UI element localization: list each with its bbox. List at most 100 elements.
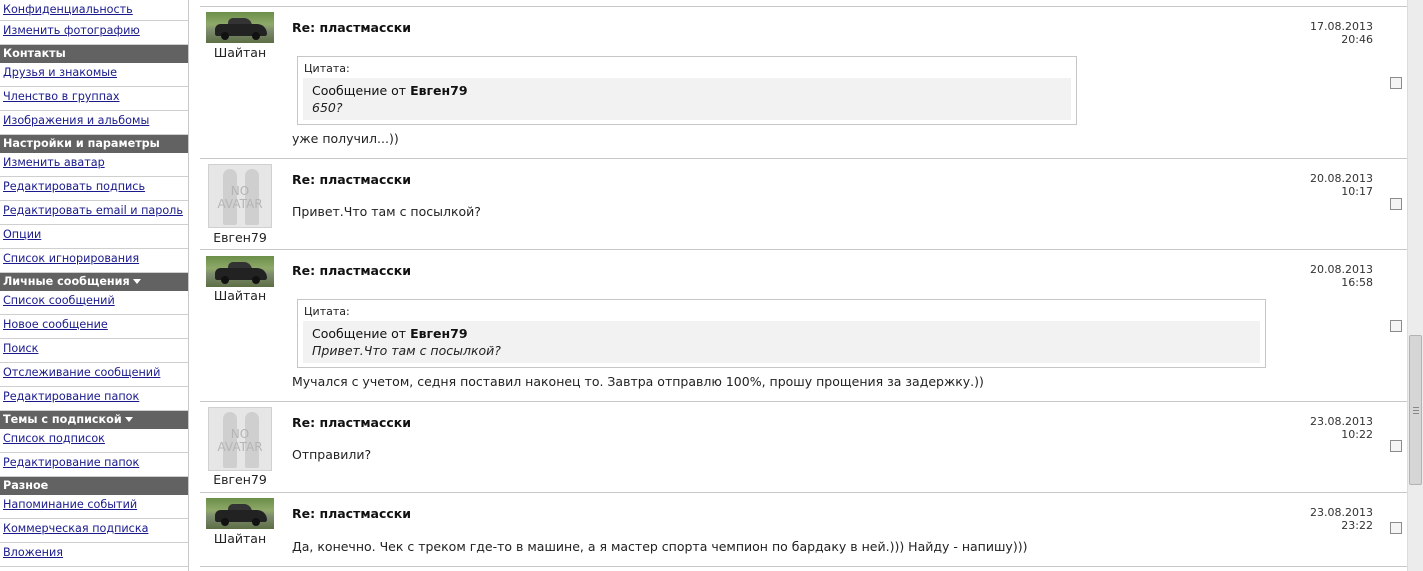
sidebar-header-settings: Настройки и параметры xyxy=(0,135,188,153)
post-title: Re: пластмасски xyxy=(292,172,412,187)
post-title: Re: пластмасски xyxy=(292,415,412,430)
wheel-shape xyxy=(252,276,260,284)
post: Шайтан Re: пластмасски 20.08.2013 16:58 … xyxy=(200,250,1407,402)
select-post-checkbox[interactable] xyxy=(1390,440,1402,452)
sidebar-item-groups[interactable]: Членство в группах xyxy=(0,87,188,111)
post-date: 23.08.2013 10:22 xyxy=(1310,415,1373,441)
sidebar-item-paid-subscription[interactable]: Коммерческая подписка xyxy=(0,519,188,543)
avatar[interactable]: NO AVATAR xyxy=(208,164,272,228)
post-date-time: 10:22 xyxy=(1341,428,1373,441)
quote-author: Сообщение от Евген79 xyxy=(312,83,1062,98)
post-date-day: 23.08.2013 xyxy=(1310,506,1373,519)
grip-line xyxy=(1413,413,1419,414)
sidebar-item-search[interactable]: Поиск xyxy=(0,339,188,363)
select-post-checkbox[interactable] xyxy=(1390,320,1402,332)
sidebar-header-pm[interactable]: Личные сообщения xyxy=(0,273,188,291)
quote-content: Сообщение от Евген79 650? xyxy=(303,78,1071,120)
author-name[interactable]: Шайтан xyxy=(200,531,280,546)
grip-line xyxy=(1413,407,1419,408)
post-title: Re: пластмасски xyxy=(292,263,412,278)
sidebar-item-attachments[interactable]: Вложения xyxy=(0,543,188,567)
select-post-checkbox[interactable] xyxy=(1390,522,1402,534)
quote-author-name[interactable]: Евген79 xyxy=(410,83,468,98)
author-name[interactable]: Евген79 xyxy=(200,230,280,245)
avatar[interactable] xyxy=(206,498,274,529)
quote-author-name[interactable]: Евген79 xyxy=(410,326,468,341)
quote-content: Сообщение от Евген79 Привет.Что там с по… xyxy=(303,321,1260,363)
avatar[interactable] xyxy=(206,12,274,43)
sidebar-item-edit-folders-2[interactable]: Редактирование папок xyxy=(0,453,188,477)
quote-label: Цитата: xyxy=(304,305,350,318)
post-date-day: 20.08.2013 xyxy=(1310,172,1373,185)
post-date-day: 23.08.2013 xyxy=(1310,415,1373,428)
wheel-shape xyxy=(252,518,260,526)
author-name[interactable]: Шайтан xyxy=(200,288,280,303)
post-list: Шайтан Re: пластмасски 17.08.2013 20:46 … xyxy=(200,0,1407,571)
post-date-time: 10:17 xyxy=(1341,185,1373,198)
quote-text: 650? xyxy=(312,100,343,115)
no-avatar-label: AVATAR xyxy=(217,440,263,454)
select-post-checkbox[interactable] xyxy=(1390,198,1402,210)
sidebar-item-options[interactable]: Опции xyxy=(0,225,188,249)
post-body: уже получил...)) xyxy=(292,131,399,146)
sidebar: Конфиденциальность Изменить фотографию К… xyxy=(0,0,189,571)
quote-author-prefix: Сообщение от xyxy=(312,83,407,98)
sidebar-item-edit-signature[interactable]: Редактировать подпись xyxy=(0,177,188,201)
post-date-day: 20.08.2013 xyxy=(1310,263,1373,276)
select-post-checkbox[interactable] xyxy=(1390,77,1402,89)
grip-line xyxy=(1413,410,1419,411)
quote-author-prefix: Сообщение от xyxy=(312,326,407,341)
quote-author: Сообщение от Евген79 xyxy=(312,326,1251,341)
quote-box: Цитата: Сообщение от Евген79 Привет.Что … xyxy=(297,299,1266,368)
scrollbar-thumb[interactable] xyxy=(1409,335,1422,485)
sidebar-item-new-message[interactable]: Новое сообщение xyxy=(0,315,188,339)
sidebar-item-edit-folders[interactable]: Редактирование папок xyxy=(0,387,188,411)
post: Шайтан Re: пластмасски 17.08.2013 20:46 … xyxy=(200,7,1407,159)
post-body: Мучался с учетом, седня поставил наконец… xyxy=(292,374,984,389)
sidebar-item-friends[interactable]: Друзья и знакомые xyxy=(0,63,188,87)
post-date-time: 23:22 xyxy=(1341,519,1373,532)
sidebar-item-event-reminders[interactable]: Напоминание событий xyxy=(0,495,188,519)
post-title: Re: пластмасски xyxy=(292,506,412,521)
sidebar-header-contacts: Контакты xyxy=(0,45,188,63)
post: Шайтан Re: пластмасски 23.08.2013 23:22 … xyxy=(200,493,1407,567)
quote-box: Цитата: Сообщение от Евген79 650? xyxy=(297,56,1077,125)
wheel-shape xyxy=(221,32,229,40)
post-title: Re: пластмасски xyxy=(292,20,412,35)
post-date-day: 17.08.2013 xyxy=(1310,20,1373,33)
sidebar-item-subscription-list[interactable]: Список подписок xyxy=(0,429,188,453)
sidebar-item-track-messages[interactable]: Отслеживание сообщений xyxy=(0,363,188,387)
post: NO AVATAR Евген79 Re: пластмасски 23.08.… xyxy=(200,402,1407,493)
sidebar-item-change-photo[interactable]: Изменить фотографию xyxy=(0,21,188,45)
author-name[interactable]: Шайтан xyxy=(200,45,280,60)
sidebar-item-privacy[interactable]: Конфиденциальность xyxy=(0,0,188,21)
avatar[interactable]: NO AVATAR xyxy=(208,407,272,471)
sidebar-item-message-list[interactable]: Список сообщений xyxy=(0,291,188,315)
post-date: 20.08.2013 16:58 xyxy=(1310,263,1373,289)
author-name[interactable]: Евген79 xyxy=(200,472,280,487)
sidebar-item-albums[interactable]: Изображения и альбомы xyxy=(0,111,188,135)
sidebar-header-subscriptions[interactable]: Темы с подпиской xyxy=(0,411,188,429)
sidebar-header-misc: Разное xyxy=(0,477,188,495)
post-date-time: 16:58 xyxy=(1341,276,1373,289)
sidebar-header-subscriptions-label: Темы с подпиской xyxy=(3,413,122,426)
post: NO AVATAR Евген79 Re: пластмасски 20.08.… xyxy=(200,159,1407,250)
post-body: Отправили? xyxy=(292,447,372,462)
post-date: 23.08.2013 23:22 xyxy=(1310,506,1373,532)
post-date: 20.08.2013 10:17 xyxy=(1310,172,1373,198)
no-avatar-label: AVATAR xyxy=(217,197,263,211)
sidebar-item-ignore-list[interactable]: Список игнорирования xyxy=(0,249,188,273)
vertical-scrollbar[interactable] xyxy=(1407,0,1423,571)
wheel-shape xyxy=(221,518,229,526)
wheel-shape xyxy=(252,32,260,40)
sidebar-header-pm-label: Личные сообщения xyxy=(3,275,130,288)
chevron-down-icon xyxy=(132,279,141,284)
chevron-down-icon xyxy=(124,417,133,422)
post-date: 17.08.2013 20:46 xyxy=(1310,20,1373,46)
sidebar-item-edit-email[interactable]: Редактировать email и пароль xyxy=(0,201,188,225)
avatar[interactable] xyxy=(206,256,274,287)
post-body: Привет.Что там с посылкой? xyxy=(292,204,481,219)
post-date-time: 20:46 xyxy=(1341,33,1373,46)
quote-text: Привет.Что там с посылкой? xyxy=(312,343,501,358)
sidebar-item-change-avatar[interactable]: Изменить аватар xyxy=(0,153,188,177)
